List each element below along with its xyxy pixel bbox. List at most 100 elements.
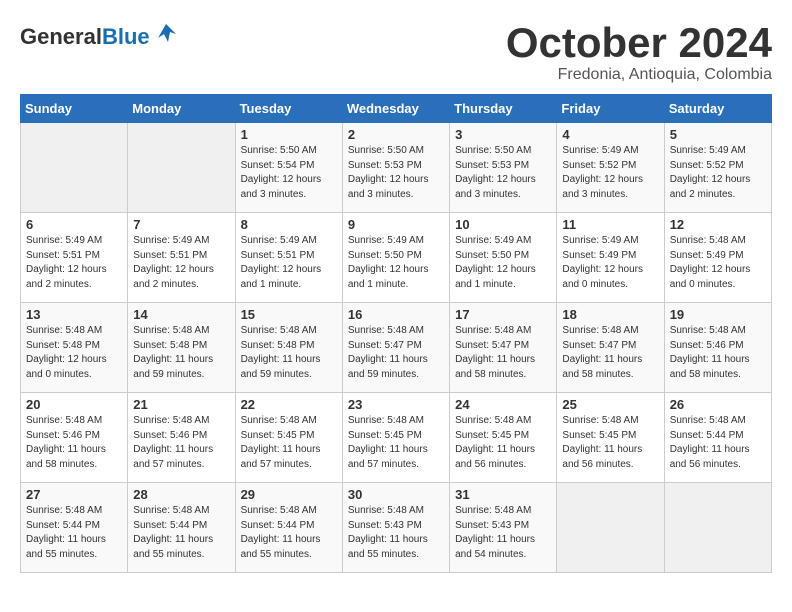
calendar-cell: 7 Sunrise: 5:49 AM Sunset: 5:51 PM Daylig… — [128, 213, 235, 303]
calendar-cell: 20 Sunrise: 5:48 AM Sunset: 5:46 PM Dayli… — [21, 393, 128, 483]
day-info: Sunrise: 5:48 AM Sunset: 5:47 PM Dayligh… — [562, 324, 658, 382]
calendar-cell: 28Sunrise: 5:48 AM Sunset: 5:44 PM Dayli… — [128, 483, 235, 573]
day-info: Sunrise: 5:49 AM Sunset: 5:50 PM Dayligh… — [455, 234, 551, 292]
day-number: 25 — [562, 397, 658, 412]
calendar-cell: 19Sunrise: 5:48 AM Sunset: 5:46 PM Dayli… — [664, 303, 771, 393]
day-number: 23 — [348, 397, 444, 412]
day-info: Sunrise: 5:50 AM Sunset: 5:53 PM Dayligh… — [348, 144, 444, 202]
day-number: 9 — [348, 217, 444, 232]
week-row-4: 20 Sunrise: 5:48 AM Sunset: 5:46 PM Dayli… — [21, 393, 772, 483]
day-number: 16 — [348, 307, 444, 322]
day-info: Sunrise: 5:50 AM Sunset: 5:54 PM Dayligh… — [241, 144, 337, 202]
title-block: October 2024 Fredonia, Antioquia, Colomb… — [506, 20, 772, 84]
day-number: 13 — [26, 307, 122, 322]
day-number: 17 — [455, 307, 551, 322]
header-thursday: Thursday — [450, 95, 557, 123]
month-title: October 2024 — [506, 20, 772, 66]
calendar-cell: 25Sunrise: 5:48 AM Sunset: 5:45 PM Dayli… — [557, 393, 664, 483]
day-info: Sunrise: 5:49 AM Sunset: 5:51 PM Dayligh… — [133, 234, 229, 292]
day-number: 21 — [133, 397, 229, 412]
calendar-cell: 15Sunrise: 5:48 AM Sunset: 5:48 PM Dayli… — [235, 303, 342, 393]
calendar-cell: 9 Sunrise: 5:49 AM Sunset: 5:50 PM Daylig… — [342, 213, 449, 303]
calendar-cell: 4 Sunrise: 5:49 AM Sunset: 5:52 PM Daylig… — [557, 123, 664, 213]
logo-blue-text: Blue — [102, 24, 150, 50]
day-info: Sunrise: 5:48 AM Sunset: 5:49 PM Dayligh… — [670, 234, 766, 292]
day-info: Sunrise: 5:48 AM Sunset: 5:48 PM Dayligh… — [241, 324, 337, 382]
calendar-cell: 23 Sunrise: 5:48 AM Sunset: 5:45 PM Dayli… — [342, 393, 449, 483]
calendar-cell: 26 Sunrise: 5:48 AM Sunset: 5:44 PM Dayli… — [664, 393, 771, 483]
day-number: 30 — [348, 487, 444, 502]
day-info: Sunrise: 5:48 AM Sunset: 5:45 PM Dayligh… — [455, 414, 551, 472]
calendar-cell — [21, 123, 128, 213]
day-number: 6 — [26, 217, 122, 232]
day-number: 24 — [455, 397, 551, 412]
day-info: Sunrise: 5:48 AM Sunset: 5:45 PM Dayligh… — [348, 414, 444, 472]
day-info: Sunrise: 5:49 AM Sunset: 5:51 PM Dayligh… — [26, 234, 122, 292]
day-info: Sunrise: 5:48 AM Sunset: 5:44 PM Dayligh… — [133, 504, 229, 562]
page-header: General Blue October 2024 Fredonia, Anti… — [20, 20, 772, 84]
day-number: 14 — [133, 307, 229, 322]
calendar-cell — [128, 123, 235, 213]
calendar-cell: 10 Sunrise: 5:49 AM Sunset: 5:50 PM Dayli… — [450, 213, 557, 303]
day-number: 12 — [670, 217, 766, 232]
day-info: Sunrise: 5:48 AM Sunset: 5:44 PM Dayligh… — [26, 504, 122, 562]
header-row: SundayMondayTuesdayWednesdayThursdayFrid… — [21, 95, 772, 123]
calendar-cell: 8Sunrise: 5:49 AM Sunset: 5:51 PM Daylig… — [235, 213, 342, 303]
day-info: Sunrise: 5:48 AM Sunset: 5:48 PM Dayligh… — [133, 324, 229, 382]
logo: General Blue — [20, 20, 180, 54]
day-info: Sunrise: 5:48 AM Sunset: 5:45 PM Dayligh… — [241, 414, 337, 472]
day-number: 19 — [670, 307, 766, 322]
calendar-cell: 22 Sunrise: 5:48 AM Sunset: 5:45 PM Dayli… — [235, 393, 342, 483]
day-number: 31 — [455, 487, 551, 502]
calendar-cell — [557, 483, 664, 573]
calendar-cell: 2 Sunrise: 5:50 AM Sunset: 5:53 PM Daylig… — [342, 123, 449, 213]
week-row-5: 27 Sunrise: 5:48 AM Sunset: 5:44 PM Dayli… — [21, 483, 772, 573]
day-number: 11 — [562, 217, 658, 232]
header-friday: Friday — [557, 95, 664, 123]
header-sunday: Sunday — [21, 95, 128, 123]
header-saturday: Saturday — [664, 95, 771, 123]
day-info: Sunrise: 5:49 AM Sunset: 5:52 PM Dayligh… — [562, 144, 658, 202]
day-info: Sunrise: 5:49 AM Sunset: 5:49 PM Dayligh… — [562, 234, 658, 292]
day-number: 7 — [133, 217, 229, 232]
calendar-cell: 3 Sunrise: 5:50 AM Sunset: 5:53 PM Daylig… — [450, 123, 557, 213]
header-monday: Monday — [128, 95, 235, 123]
calendar-cell: 21 Sunrise: 5:48 AM Sunset: 5:46 PM Dayli… — [128, 393, 235, 483]
day-number: 22 — [241, 397, 337, 412]
day-info: Sunrise: 5:48 AM Sunset: 5:43 PM Dayligh… — [348, 504, 444, 562]
day-info: Sunrise: 5:49 AM Sunset: 5:50 PM Dayligh… — [348, 234, 444, 292]
day-number: 1 — [241, 127, 337, 142]
day-info: Sunrise: 5:48 AM Sunset: 5:46 PM Dayligh… — [133, 414, 229, 472]
day-info: Sunrise: 5:48 AM Sunset: 5:44 PM Dayligh… — [241, 504, 337, 562]
calendar-cell: 17Sunrise: 5:48 AM Sunset: 5:47 PM Dayli… — [450, 303, 557, 393]
day-number: 8 — [241, 217, 337, 232]
calendar-cell: 16 Sunrise: 5:48 AM Sunset: 5:47 PM Dayli… — [342, 303, 449, 393]
calendar-cell: 14 Sunrise: 5:48 AM Sunset: 5:48 PM Dayli… — [128, 303, 235, 393]
day-number: 26 — [670, 397, 766, 412]
day-number: 2 — [348, 127, 444, 142]
logo-bird-icon — [152, 20, 180, 54]
header-wednesday: Wednesday — [342, 95, 449, 123]
day-info: Sunrise: 5:50 AM Sunset: 5:53 PM Dayligh… — [455, 144, 551, 202]
day-number: 5 — [670, 127, 766, 142]
day-info: Sunrise: 5:48 AM Sunset: 5:48 PM Dayligh… — [26, 324, 122, 382]
day-number: 4 — [562, 127, 658, 142]
calendar-cell: 6 Sunrise: 5:49 AM Sunset: 5:51 PM Daylig… — [21, 213, 128, 303]
logo-general-text: General — [20, 24, 102, 50]
calendar-table: SundayMondayTuesdayWednesdayThursdayFrid… — [20, 94, 772, 573]
calendar-cell: 18Sunrise: 5:48 AM Sunset: 5:47 PM Dayli… — [557, 303, 664, 393]
day-number: 3 — [455, 127, 551, 142]
day-info: Sunrise: 5:48 AM Sunset: 5:47 PM Dayligh… — [348, 324, 444, 382]
header-tuesday: Tuesday — [235, 95, 342, 123]
calendar-cell: 13 Sunrise: 5:48 AM Sunset: 5:48 PM Dayli… — [21, 303, 128, 393]
calendar-cell: 11 Sunrise: 5:49 AM Sunset: 5:49 PM Dayli… — [557, 213, 664, 303]
calendar-cell: 5Sunrise: 5:49 AM Sunset: 5:52 PM Daylig… — [664, 123, 771, 213]
day-info: Sunrise: 5:48 AM Sunset: 5:46 PM Dayligh… — [26, 414, 122, 472]
day-number: 29 — [241, 487, 337, 502]
location-text: Fredonia, Antioquia, Colombia — [506, 66, 772, 84]
day-number: 27 — [26, 487, 122, 502]
calendar-cell: 27 Sunrise: 5:48 AM Sunset: 5:44 PM Dayli… — [21, 483, 128, 573]
day-number: 20 — [26, 397, 122, 412]
day-number: 10 — [455, 217, 551, 232]
day-info: Sunrise: 5:48 AM Sunset: 5:44 PM Dayligh… — [670, 414, 766, 472]
